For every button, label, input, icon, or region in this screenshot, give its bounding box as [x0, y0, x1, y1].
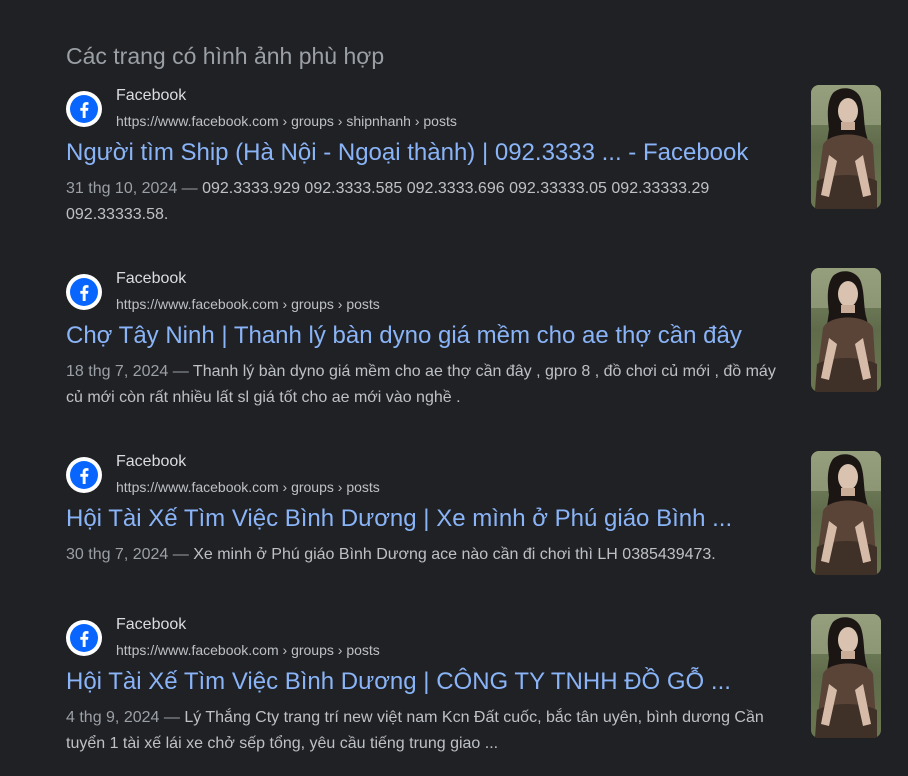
site-url: https://www.facebook.com › groups › post…	[116, 642, 380, 658]
facebook-icon	[66, 457, 102, 493]
site-name: Facebook	[116, 453, 187, 470]
search-result: Facebook https://www.facebook.com › grou…	[66, 268, 896, 438]
result-title-link[interactable]: Hội Tài Xế Tìm Việc Bình Dương | Xe mình…	[66, 505, 732, 533]
site-name: Facebook	[116, 616, 187, 633]
result-date: 4 thg 9, 2024 —	[66, 709, 185, 726]
site-url: https://www.facebook.com › groups › ship…	[116, 113, 457, 129]
result-snippet: 4 thg 9, 2024 — Lý Thắng Cty trang trí n…	[66, 705, 786, 757]
result-title-link[interactable]: Người tìm Ship (Hà Nội - Ngoại thành) | …	[66, 139, 748, 167]
site-name: Facebook	[116, 270, 187, 287]
matching-image-thumbnail[interactable]	[811, 614, 881, 738]
facebook-icon	[66, 91, 102, 127]
result-date: 31 thg 10, 2024 —	[66, 180, 203, 197]
site-url: https://www.facebook.com › groups › post…	[116, 296, 380, 312]
site-url: https://www.facebook.com › groups › post…	[116, 479, 380, 495]
result-date: 18 thg 7, 2024 —	[66, 363, 193, 380]
result-snippet: 30 thg 7, 2024 — Xe minh ở Phú giáo Bình…	[66, 542, 786, 568]
matching-image-thumbnail[interactable]	[811, 85, 881, 209]
result-snippet: 31 thg 10, 2024 — 092.3333.929 092.3333.…	[66, 176, 786, 228]
snippet-text: Xe minh ở Phú giáo Bình Dương ace nào cầ…	[193, 546, 716, 563]
section-title: Các trang có hình ảnh phù hợp	[66, 43, 385, 69]
matching-image-thumbnail[interactable]	[811, 451, 881, 575]
result-snippet: 18 thg 7, 2024 — Thanh lý bàn dyno giá m…	[66, 359, 786, 411]
result-date: 30 thg 7, 2024 —	[66, 546, 194, 563]
facebook-icon	[66, 620, 102, 656]
search-result: Facebook https://www.facebook.com › grou…	[66, 451, 896, 621]
search-result: Facebook https://www.facebook.com › grou…	[66, 614, 896, 776]
result-title-link[interactable]: Chợ Tây Ninh | Thanh lý bàn dyno giá mềm…	[66, 322, 742, 350]
matching-image-thumbnail[interactable]	[811, 268, 881, 392]
result-title-link[interactable]: Hội Tài Xế Tìm Việc Bình Dương | CÔNG TY…	[66, 668, 731, 696]
facebook-icon	[66, 274, 102, 310]
site-name: Facebook	[116, 87, 187, 104]
search-result: Facebook https://www.facebook.com › grou…	[66, 85, 896, 255]
